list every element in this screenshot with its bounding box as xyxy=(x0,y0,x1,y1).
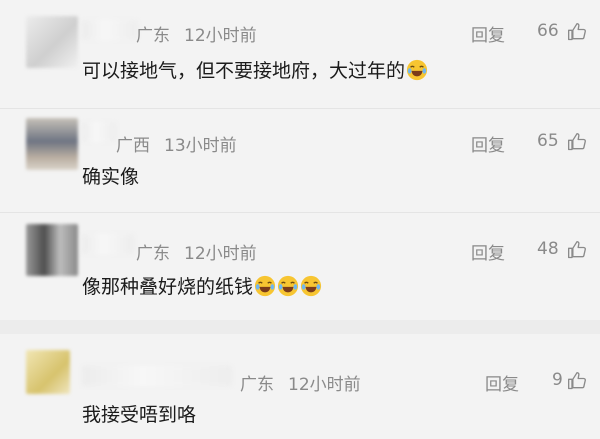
comment-text-content: 可以接地气，但不要接地府，大过年的 xyxy=(82,60,406,82)
thumb-up-icon[interactable] xyxy=(567,240,587,260)
reply-button[interactable]: 回复 xyxy=(471,131,505,156)
comment-text: 像那种叠好烧的纸钱 xyxy=(82,272,322,299)
comment-item: 广东 12小时前 回复 48 像那种叠好烧的纸钱 xyxy=(0,212,600,318)
comment-location: 广西 xyxy=(116,136,150,156)
reply-button[interactable]: 回复 xyxy=(485,370,519,395)
comment-text-content: 像那种叠好烧的纸钱 xyxy=(82,276,254,298)
comment-item: 广东 12小时前 回复 9 我接受唔到咯 xyxy=(0,334,600,439)
username[interactable] xyxy=(82,234,134,254)
comment-location: 广东 xyxy=(136,244,170,264)
avatar[interactable] xyxy=(26,350,70,394)
username[interactable] xyxy=(82,20,138,40)
comment-time: 12小时前 xyxy=(184,26,257,46)
comment-text-content: 我接受唔到咯 xyxy=(82,404,197,426)
comment-time: 13小时前 xyxy=(164,136,237,156)
comment-text-content: 确实像 xyxy=(82,166,140,188)
laughing-tears-emoji xyxy=(300,275,322,297)
comment-text: 我接受唔到咯 xyxy=(82,400,196,427)
like-count: 9 xyxy=(552,370,563,390)
laughing-tears-emoji xyxy=(254,275,276,297)
username[interactable] xyxy=(82,366,232,386)
reply-button[interactable]: 回复 xyxy=(471,239,505,264)
thumb-up-icon[interactable] xyxy=(567,132,587,152)
comment-time: 12小时前 xyxy=(184,244,257,264)
comment-item: 广东 12小时前 回复 66 可以接地气，但不要接地府，大过年的 xyxy=(0,0,600,104)
username[interactable] xyxy=(82,122,116,142)
comment-text: 可以接地气，但不要接地府，大过年的 xyxy=(82,56,428,83)
laughing-tears-emoji xyxy=(277,275,299,297)
avatar[interactable] xyxy=(26,16,78,68)
reply-button[interactable]: 回复 xyxy=(471,21,505,46)
thumb-up-icon[interactable] xyxy=(567,371,587,391)
like-count: 65 xyxy=(537,131,559,151)
laughing-tears-emoji xyxy=(406,59,428,81)
comment-text: 确实像 xyxy=(82,162,139,189)
divider xyxy=(0,320,600,334)
comment-location: 广东 xyxy=(240,375,274,395)
comment-location: 广东 xyxy=(136,26,170,46)
comment-time: 12小时前 xyxy=(288,375,361,395)
like-count: 48 xyxy=(537,239,559,259)
comment-item: 广西 13小时前 回复 65 确实像 xyxy=(0,108,600,212)
thumb-up-icon[interactable] xyxy=(567,22,587,42)
avatar[interactable] xyxy=(26,118,78,170)
avatar[interactable] xyxy=(26,224,78,276)
like-count: 66 xyxy=(537,21,559,41)
